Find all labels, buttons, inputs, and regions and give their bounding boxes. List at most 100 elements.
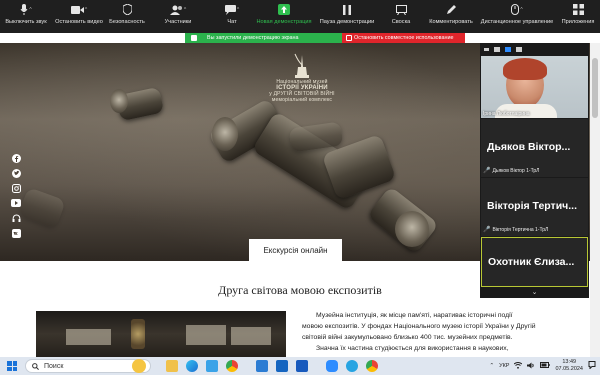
participant-sub-name: Вікторія Тертична 1-ТрЛ	[492, 226, 549, 233]
article-line: мовою експозитів. У фондах Національного…	[302, 323, 536, 330]
clock-date: 07.05.2024	[555, 366, 583, 372]
windows-taskbar: Поиск ⌃ УКР 13:49 07.05.2024	[0, 357, 600, 375]
zoom-icon[interactable]	[326, 360, 338, 372]
system-tray: ⌃ УКР 13:49 07.05.2024	[489, 357, 596, 375]
mail-icon[interactable]	[256, 360, 268, 372]
pause-share-button[interactable]: Пауза демонстрации	[318, 0, 376, 33]
telegram-icon[interactable]	[346, 360, 358, 372]
vk-icon[interactable]	[11, 228, 21, 238]
whiteboard-icon	[395, 0, 407, 19]
share-screen-icon	[278, 0, 290, 19]
remote-control-button[interactable]: ^ Дистанционное управление	[478, 0, 556, 33]
word-icon[interactable]	[296, 360, 308, 372]
share-status: Вы запустили демонстрацию экрана	[185, 33, 342, 43]
article-text: Музейна інституція, як місце пам'яті, на…	[302, 310, 572, 354]
facebook-icon[interactable]	[11, 153, 21, 163]
notifications-icon[interactable]	[588, 361, 596, 371]
participant-sub-label: 🎤 Вікторія Тертична 1-ТрЛ	[483, 226, 549, 234]
mute-button[interactable]: ^ Выключить звук	[4, 0, 48, 33]
wifi-icon[interactable]	[514, 361, 523, 371]
single-view-icon[interactable]	[494, 47, 500, 52]
layout-icon[interactable]	[516, 47, 522, 52]
museum-exhibit-photo	[36, 311, 286, 357]
share-status-bar: Вы запустили демонстрацию экрана Останов…	[185, 33, 465, 43]
store-icon[interactable]	[276, 360, 288, 372]
chrome-icon[interactable]	[366, 360, 378, 372]
participants-icon: ^	[169, 0, 186, 19]
gallery-view-icon[interactable]	[505, 47, 511, 52]
page-scrollbar[interactable]	[590, 43, 600, 357]
annotate-label: Комментировать	[429, 19, 473, 25]
language-indicator[interactable]: УКР	[499, 363, 509, 369]
stop-video-label: Остановить видео	[55, 19, 103, 25]
remote-control-label: Дистанционное управление	[480, 19, 554, 25]
instagram-icon[interactable]	[11, 183, 21, 193]
excursion-online-button[interactable]: Екскурсія онлайн	[249, 239, 342, 261]
exhibit-case	[186, 325, 226, 345]
social-icons	[11, 153, 23, 243]
chevron-down-icon[interactable]: ⌄	[480, 288, 589, 298]
participant-tile-active[interactable]: Охотник Єлиза...	[481, 237, 588, 287]
remote-control-icon: ^	[511, 0, 523, 19]
annotate-icon	[446, 0, 457, 19]
participants-label: Участники	[164, 19, 192, 25]
stop-share-label: Остановить совместное использование	[354, 35, 454, 41]
chrome-icon[interactable]	[226, 360, 238, 372]
exhibit-case	[66, 329, 111, 345]
chat-button[interactable]: ^ Чат	[220, 0, 244, 33]
edge-icon[interactable]	[186, 360, 198, 372]
tray-chevron-icon[interactable]: ⌃	[489, 363, 494, 369]
stop-share-icon	[346, 35, 352, 41]
duck-widget-icon[interactable]	[132, 359, 146, 373]
whiteboard-label: Своска	[391, 19, 411, 25]
participant-sub-label: 🎤 Дьяков Віктор 1-ТрЛ	[483, 167, 540, 175]
mic-off-icon: 🎤	[483, 227, 491, 233]
stop-share-button[interactable]: Остановить совместное использование	[342, 33, 465, 43]
clock-time: 13:49	[562, 359, 577, 365]
panel-header	[480, 43, 589, 56]
self-name-label: Ірина Люботлаірина	[483, 111, 530, 117]
battery-icon[interactable]	[540, 362, 551, 370]
annotate-button[interactable]: Комментировать	[424, 0, 478, 33]
apps-label: Приложения	[561, 19, 595, 25]
chat-icon: ^	[224, 0, 239, 19]
exhibit-lamp	[131, 319, 145, 349]
pause-icon	[343, 0, 351, 19]
participant-tile[interactable]: Дьяков Віктор... 🎤 Дьяков Віктор 1-ТрЛ	[481, 119, 588, 177]
video-camera-icon: ^	[70, 0, 87, 19]
youtube-icon[interactable]	[11, 198, 21, 208]
participant-hair	[503, 58, 547, 80]
microphone-icon: ^	[20, 0, 32, 19]
scrollbar-thumb[interactable]	[592, 58, 598, 118]
whiteboard-button[interactable]: Своска	[388, 0, 414, 33]
participant-sub-name: Дьяков Віктор 1-ТрЛ	[492, 167, 540, 174]
apps-icon	[572, 0, 584, 19]
motherland-statue-icon	[294, 53, 309, 78]
twitter-icon[interactable]	[11, 168, 21, 178]
security-label: Безопасность	[109, 19, 145, 25]
podcast-icon[interactable]	[11, 213, 21, 223]
museum-logo: Національний музей ІСТОРІЇ УКРАЇНИ у ДРУ…	[262, 53, 342, 123]
volume-icon[interactable]	[527, 362, 535, 371]
stop-video-button[interactable]: ^ Остановить видео	[54, 0, 104, 33]
minimize-icon[interactable]	[484, 48, 489, 51]
windows-start-icon[interactable]	[7, 361, 17, 371]
new-share-label: Новая демонстрация	[256, 19, 312, 25]
shell-casing-end	[395, 211, 429, 247]
new-share-button[interactable]: Новая демонстрация	[255, 0, 313, 33]
shell-casing-end	[212, 117, 238, 151]
participants-button[interactable]: ^ Участники	[160, 0, 196, 33]
self-video-tile[interactable]: Ірина Люботлаірина	[481, 56, 588, 118]
mute-label: Выключить звук	[5, 19, 47, 25]
clock[interactable]: 13:49 07.05.2024	[555, 359, 583, 373]
participant-name: Вікторія Тертич...	[487, 200, 577, 212]
photos-icon[interactable]	[206, 360, 218, 372]
mic-off-icon: 🎤	[483, 168, 491, 174]
folder-icon[interactable]	[166, 360, 178, 372]
apps-button[interactable]: Приложения	[558, 0, 598, 33]
logo-line: меморіальний комплекс	[271, 97, 333, 103]
video-gallery-panel: Ірина Люботлаірина Дьяков Віктор... 🎤 Дь…	[480, 43, 589, 298]
security-button[interactable]: Безопасность	[107, 0, 147, 33]
participant-tile[interactable]: Вікторія Тертич... 🎤 Вікторія Тертична 1…	[481, 178, 588, 236]
chat-label: Чат	[227, 19, 237, 25]
